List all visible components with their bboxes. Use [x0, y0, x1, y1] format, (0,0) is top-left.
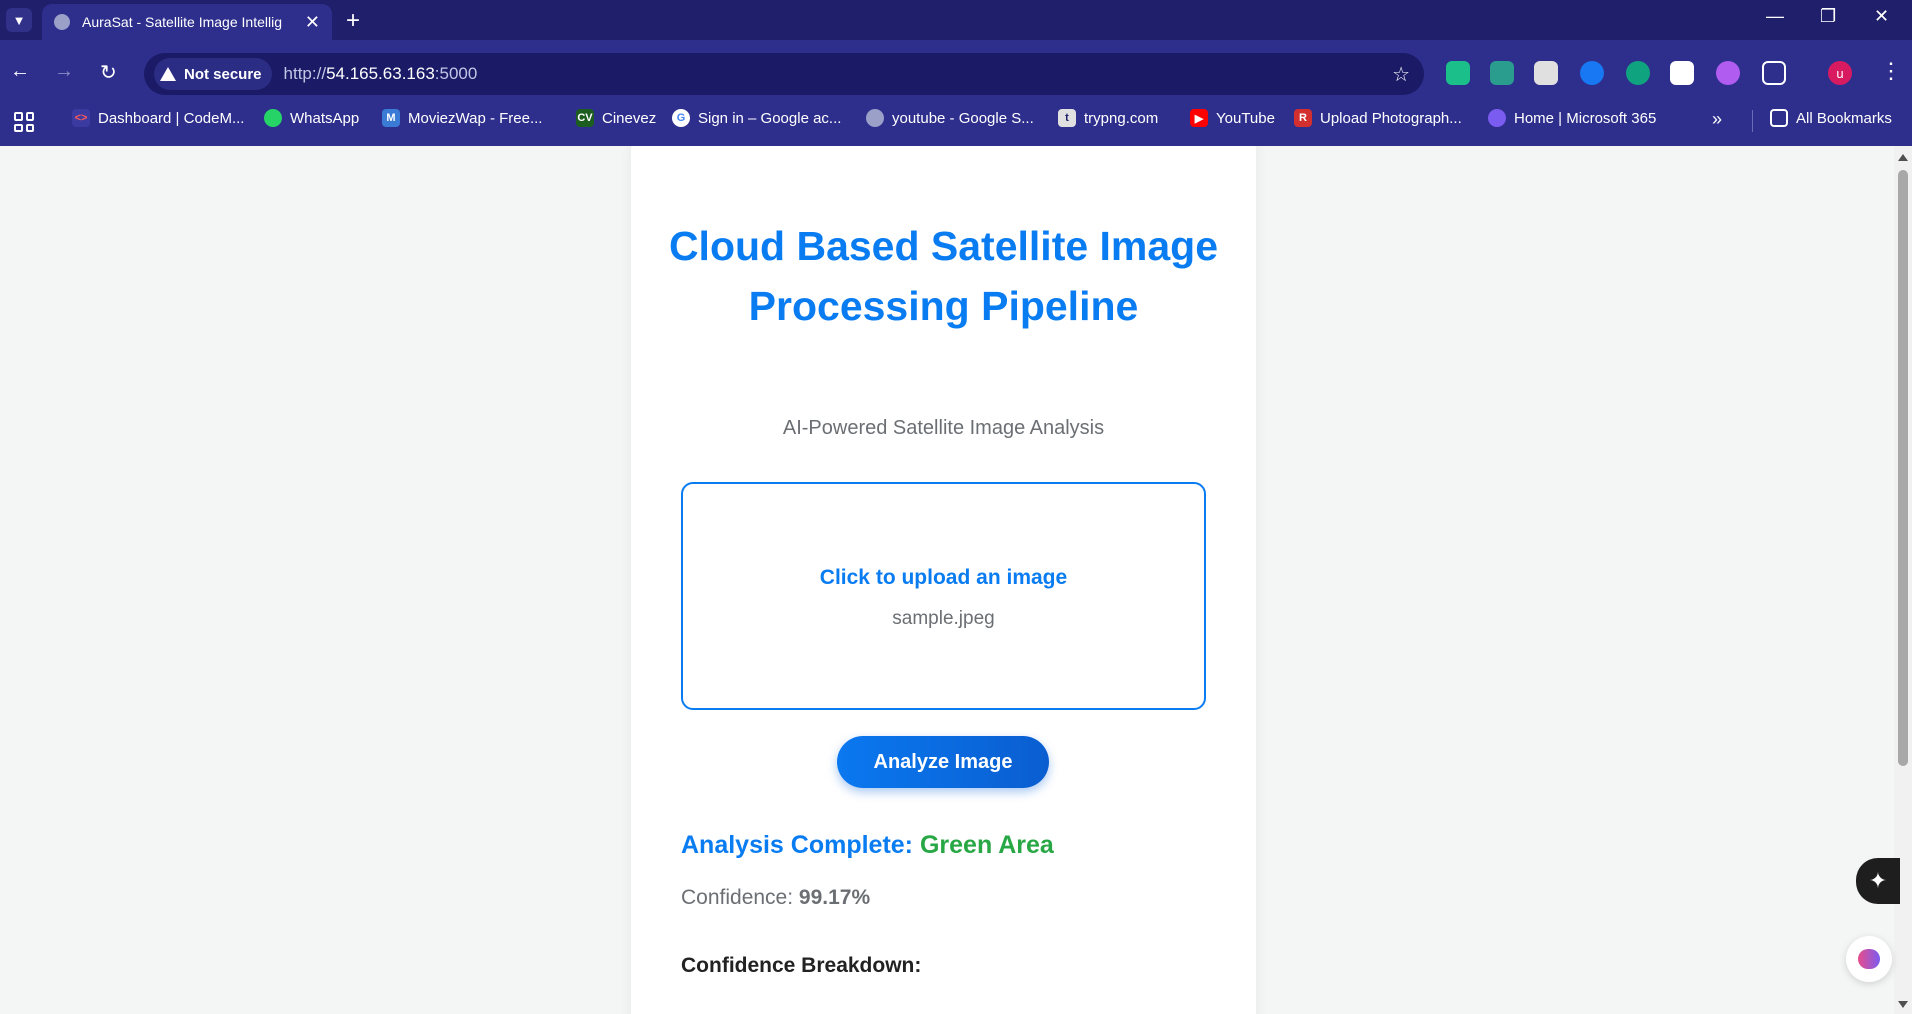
security-label: Not secure [184, 65, 262, 83]
youtube-icon: ▶ [1190, 109, 1208, 127]
confidence-line: Confidence: 99.17% [681, 886, 870, 910]
messenger-icon[interactable] [1580, 61, 1604, 85]
extension-icon-2[interactable] [1490, 61, 1514, 85]
code-icon: <> [72, 109, 90, 127]
url-scheme: http:// [283, 64, 327, 83]
whatsapp-icon [264, 109, 282, 127]
bookmark-label: youtube - Google S... [892, 109, 1034, 127]
cinevez-icon: CV [576, 109, 594, 127]
analysis-result-heading: Analysis Complete: Green Area [681, 831, 1054, 860]
scroll-up-icon[interactable] [1898, 154, 1908, 161]
extension-icon-1[interactable] [1446, 61, 1470, 85]
bookmark-moviezwap[interactable]: M MoviezWap - Free... [382, 109, 542, 127]
more-bookmarks-chevron-icon[interactable]: » [1712, 109, 1722, 130]
bookmarks-divider [1752, 110, 1753, 132]
bookmark-label: MoviezWap - Free... [408, 109, 543, 127]
bookmark-cinevez[interactable]: CV Cinevez [576, 109, 656, 127]
microsoft365-icon [1488, 109, 1506, 127]
bookmark-microsoft365[interactable]: Home | Microsoft 365 [1488, 109, 1656, 127]
tab-title: AuraSat - Satellite Image Intellig [82, 14, 282, 30]
new-tab-button[interactable]: + [346, 7, 360, 35]
bookmark-trypng[interactable]: t trypng.com [1058, 109, 1158, 127]
folder-icon [1770, 109, 1788, 127]
security-indicator[interactable]: Not secure [154, 58, 272, 90]
upload-label[interactable]: Click to upload an image [683, 566, 1204, 590]
bookmark-upload-photograph[interactable]: R Upload Photograph... [1294, 109, 1462, 127]
r-icon: R [1294, 109, 1312, 127]
page-viewport: Cloud Based Satellite Image Processing P… [0, 146, 1894, 1014]
result-prefix: Analysis Complete: [681, 831, 914, 859]
confidence-value: 99.17% [798, 886, 871, 909]
close-window-icon[interactable]: ✕ [1874, 6, 1889, 27]
bookmark-whatsapp[interactable]: WhatsApp [264, 109, 359, 127]
bookmark-label: YouTube [1216, 109, 1275, 127]
trypng-icon: t [1058, 109, 1076, 127]
minimize-icon[interactable]: — [1766, 6, 1784, 27]
bookmark-label: Dashboard | CodeM... [98, 109, 245, 127]
url-host: 54.165.63.163 [326, 64, 435, 83]
bookmark-label: Sign in – Google ac... [698, 109, 842, 127]
brain-extension-icon[interactable] [1846, 936, 1892, 982]
chatgpt-icon[interactable] [1626, 61, 1650, 85]
browser-tab-active[interactable]: AuraSat - Satellite Image Intellig ✕ [42, 4, 332, 40]
address-bar[interactable]: Not secure http://54.165.63.163:5000 ☆ [144, 53, 1424, 95]
extension-icon-6[interactable] [1670, 61, 1694, 85]
bookmark-label: Home | Microsoft 365 [1514, 109, 1657, 127]
page-subtitle: AI-Powered Satellite Image Analysis [782, 417, 1105, 439]
main-card: Cloud Based Satellite Image Processing P… [631, 146, 1256, 1014]
bookmark-google-signin[interactable]: G Sign in – Google ac... [672, 109, 841, 127]
image-upload-dropzone[interactable]: Click to upload an image sample.jpeg [681, 482, 1206, 710]
bookmark-codem[interactable]: <> Dashboard | CodeM... [72, 109, 244, 127]
warning-icon [160, 67, 176, 81]
all-bookmarks-label: All Bookmarks [1796, 109, 1892, 127]
restore-icon[interactable]: ❐ [1820, 6, 1836, 27]
extension-icon-7[interactable] [1716, 61, 1740, 85]
sparkle-assistant-icon[interactable]: ✦ [1856, 858, 1900, 904]
analyze-image-button[interactable]: Analyze Image [837, 736, 1049, 788]
bookmark-star-icon[interactable]: ☆ [1392, 62, 1410, 87]
back-icon[interactable]: ← [10, 60, 30, 83]
upload-filename: sample.jpeg [892, 608, 995, 629]
extension-icon-3[interactable] [1534, 61, 1558, 85]
tab-search-button[interactable]: ▼ [6, 8, 32, 32]
close-tab-icon[interactable]: ✕ [305, 12, 320, 33]
extensions-puzzle-icon[interactable] [1762, 61, 1786, 85]
bookmark-youtube-search[interactable]: youtube - Google S... [866, 109, 1034, 127]
page-title: Cloud Based Satellite Image Processing P… [668, 223, 1219, 329]
scroll-down-icon[interactable] [1898, 1001, 1908, 1008]
confidence-breakdown-heading: Confidence Breakdown: [681, 954, 922, 977]
url-text[interactable]: http://54.165.63.163:5000 [284, 64, 478, 84]
all-bookmarks-button[interactable]: All Bookmarks [1770, 109, 1892, 127]
apps-grid-icon[interactable] [14, 112, 34, 132]
bookmark-youtube[interactable]: ▶ YouTube [1190, 109, 1275, 127]
browser-menu-icon[interactable]: ⋮ [1880, 58, 1902, 84]
result-class: Green Area [919, 831, 1054, 859]
globe-icon [866, 109, 884, 127]
moviezwap-icon: M [382, 109, 400, 127]
reload-icon[interactable]: ↻ [100, 60, 117, 85]
bookmark-label: Cinevez [602, 109, 657, 127]
bookmark-label: Upload Photograph... [1320, 109, 1462, 127]
bookmark-label: trypng.com [1084, 109, 1159, 127]
tab-bar: ▼ AuraSat - Satellite Image Intellig ✕ +… [0, 0, 1912, 40]
google-icon: G [672, 109, 690, 127]
profile-avatar[interactable]: u [1828, 61, 1852, 85]
globe-icon [54, 14, 70, 30]
confidence-label: Confidence: [681, 886, 794, 909]
scrollbar-thumb[interactable] [1898, 170, 1908, 766]
forward-icon[interactable]: → [54, 60, 74, 83]
bookmark-label: WhatsApp [290, 109, 360, 127]
url-port: :5000 [434, 64, 478, 83]
